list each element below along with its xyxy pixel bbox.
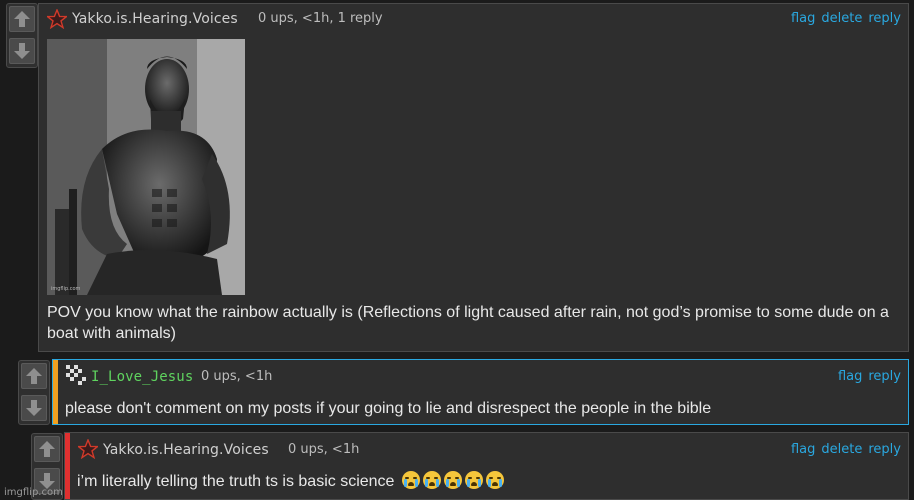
reply-card: I_Love_Jesus 0 ups, <1h flag reply pleas… xyxy=(52,359,909,425)
comment-text: please don't comment on my posts if your… xyxy=(65,400,712,417)
upvote-button[interactable] xyxy=(34,436,60,462)
star-badge-icon xyxy=(47,9,67,29)
muscular-man-photo xyxy=(47,39,245,295)
comment-meta: 0 ups, <1h, 1 reply xyxy=(258,11,383,26)
emoji-row xyxy=(399,471,504,490)
downvote-button[interactable] xyxy=(9,38,35,64)
comment-actions: flag delete reply xyxy=(791,442,901,457)
comment-image[interactable]: imgflip.com xyxy=(47,39,245,295)
vote-panel xyxy=(18,360,50,425)
up-arrow-icon xyxy=(26,368,42,384)
image-credit: imgflip.com xyxy=(51,286,81,292)
comment-card: Yakko.is.Hearing.Voices 0 ups, <1h, 1 re… xyxy=(38,3,909,352)
down-arrow-icon xyxy=(14,43,30,59)
comment-author[interactable]: Yakko.is.Hearing.Voices xyxy=(72,11,238,27)
upvote-button[interactable] xyxy=(9,6,35,32)
comment-text: POV you know what the rainbow actually i… xyxy=(47,304,889,342)
comment-actions: flag delete reply xyxy=(791,11,901,26)
vote-panel xyxy=(6,3,38,68)
up-arrow-icon xyxy=(39,441,55,457)
comment-author[interactable]: Yakko.is.Hearing.Voices xyxy=(103,442,269,458)
delete-link[interactable]: delete xyxy=(821,11,862,26)
down-arrow-icon xyxy=(26,400,42,416)
loudly-crying-face-emoji xyxy=(485,471,504,489)
loudly-crying-face-emoji xyxy=(464,471,483,489)
loudly-crying-face-emoji xyxy=(443,471,462,489)
downvote-button[interactable] xyxy=(21,395,47,421)
upvote-button[interactable] xyxy=(21,363,47,389)
comment-text: i’m literally telling the truth ts is ba… xyxy=(77,471,897,492)
reply-stripe xyxy=(53,360,58,424)
reply-stripe xyxy=(65,433,70,499)
comment-meta: 0 ups, <1h xyxy=(288,442,360,457)
reply-card: Yakko.is.Hearing.Voices 0 ups, <1h flag … xyxy=(64,432,909,500)
reply-link[interactable]: reply xyxy=(868,369,901,384)
reply-link[interactable]: reply xyxy=(868,11,901,26)
delete-link[interactable]: delete xyxy=(821,442,862,457)
flag-link[interactable]: flag xyxy=(838,369,862,384)
loudly-crying-face-emoji xyxy=(401,471,420,489)
comment-author[interactable]: I_Love_Jesus xyxy=(91,369,193,385)
up-arrow-icon xyxy=(14,11,30,27)
reply-link[interactable]: reply xyxy=(868,442,901,457)
comment-text-content: i’m literally telling the truth ts is ba… xyxy=(77,473,395,490)
comment-actions: flag reply xyxy=(838,369,901,384)
star-badge-icon xyxy=(78,439,98,459)
imgflip-watermark: imgflip.com xyxy=(4,487,63,498)
comment-meta: 0 ups, <1h xyxy=(201,369,273,384)
flag-link[interactable]: flag xyxy=(791,442,815,457)
pixel-badge-icon xyxy=(66,365,86,385)
loudly-crying-face-emoji xyxy=(422,471,441,489)
flag-link[interactable]: flag xyxy=(791,11,815,26)
